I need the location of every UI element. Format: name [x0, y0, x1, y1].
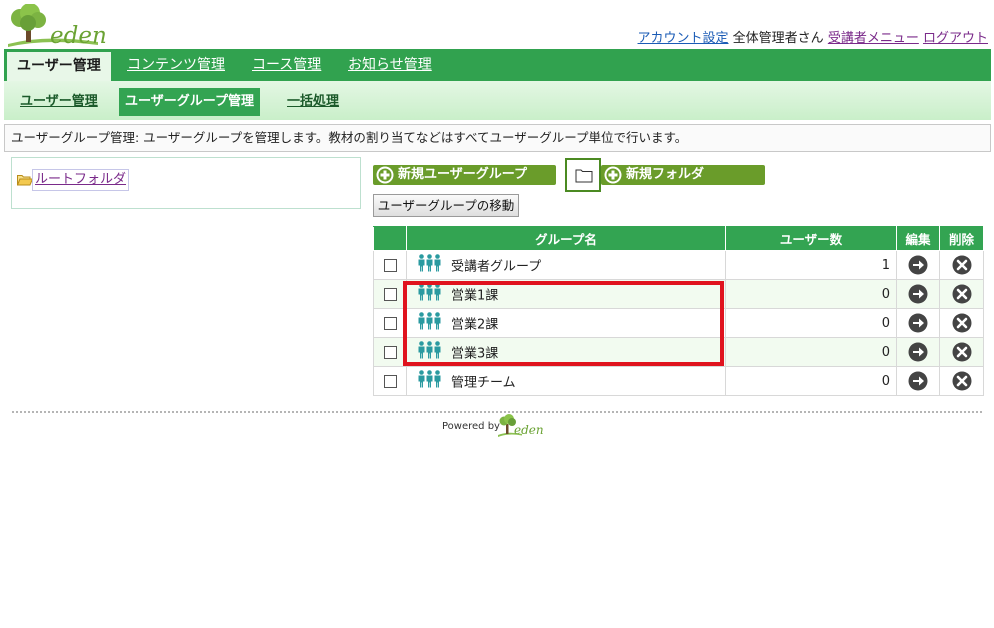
group-name: 営業2課 — [451, 317, 499, 333]
subtab-user-group-management[interactable]: ユーザーグループ管理 — [119, 88, 260, 116]
group-name: 営業3課 — [451, 346, 499, 362]
subtab-bulk-processing[interactable]: 一括処理 — [287, 88, 339, 116]
edit-cell — [896, 308, 940, 338]
logo-text: eden — [50, 23, 107, 49]
edit-arrow-icon[interactable] — [908, 255, 928, 275]
row-select-cell — [373, 308, 407, 338]
group-name-cell: 管理チーム — [406, 366, 726, 396]
delete-cell — [939, 366, 984, 396]
delete-cell — [939, 337, 984, 367]
edit-arrow-icon[interactable] — [908, 371, 928, 391]
delete-x-icon[interactable] — [952, 342, 972, 362]
col-header-edit: 編集 — [896, 226, 940, 251]
root-folder-link[interactable]: ルートフォルダ — [32, 169, 130, 191]
row-checkbox[interactable] — [383, 316, 397, 330]
footer-logo-text: eden — [514, 423, 544, 437]
delete-x-icon[interactable] — [952, 371, 972, 391]
edit-arrow-icon[interactable] — [908, 284, 928, 304]
group-name: 管理チーム — [451, 375, 516, 391]
user-count: 0 — [725, 366, 897, 396]
folder-icon — [575, 169, 593, 183]
subtab-user-management[interactable]: ユーザー管理 — [20, 88, 98, 116]
user-group-icon — [418, 370, 442, 392]
powered-by: Powered by eden — [442, 414, 562, 440]
logout-link[interactable]: ログアウト — [923, 31, 988, 46]
plus-circle-icon — [376, 166, 394, 184]
user-name: 全体管理者さん — [732, 31, 824, 46]
table-row: 管理チーム 0 — [373, 366, 984, 396]
table-header-row: グループ名 ユーザー数 編集 削除 — [373, 226, 984, 251]
learner-menu-link[interactable]: 受講者メニュー — [828, 31, 919, 46]
table-row: 営業1課 0 — [373, 279, 984, 309]
delete-cell — [939, 308, 984, 338]
user-group-icon — [418, 283, 442, 305]
edit-arrow-icon[interactable] — [908, 342, 928, 362]
row-checkbox[interactable] — [383, 258, 397, 272]
open-folder-icon — [17, 175, 33, 186]
row-checkbox[interactable] — [383, 374, 397, 388]
group-name-cell: 営業2課 — [406, 308, 726, 338]
tab-course-management[interactable]: コース管理 — [252, 49, 321, 81]
user-group-icon — [418, 254, 442, 276]
col-header-select — [373, 226, 407, 251]
table-row: 受講者グループ 1 — [373, 250, 984, 280]
new-user-group-button[interactable]: 新規ユーザーグループ — [373, 165, 556, 185]
move-user-group-button[interactable]: ユーザーグループの移動 — [373, 194, 519, 217]
group-name: 営業1課 — [451, 288, 499, 304]
eden-logo: eden — [6, 3, 107, 49]
tab-content-management[interactable]: コンテンツ管理 — [127, 49, 225, 81]
edit-cell — [896, 250, 940, 280]
col-header-group-name[interactable]: グループ名 — [406, 226, 726, 251]
user-group-icon — [418, 312, 442, 334]
delete-x-icon[interactable] — [952, 255, 972, 275]
group-name-cell: 営業3課 — [406, 337, 726, 367]
row-select-cell — [373, 279, 407, 309]
edit-cell — [896, 337, 940, 367]
account-settings-link[interactable]: アカウント設定 — [638, 31, 729, 46]
new-folder-button[interactable]: 新規フォルダ — [601, 165, 765, 185]
row-select-cell — [373, 250, 407, 280]
table-row: 営業2課 0 — [373, 308, 984, 338]
user-group-table: グループ名 ユーザー数 編集 削除 受講者グループ 1 営業1課 0 営業2課 0 営業3課… — [373, 226, 984, 396]
new-folder-label: 新規フォルダ — [626, 167, 705, 182]
tab-notice-management[interactable]: お知らせ管理 — [348, 49, 432, 81]
col-header-delete: 削除 — [939, 226, 984, 251]
folder-button[interactable] — [565, 158, 601, 192]
row-checkbox[interactable] — [383, 287, 397, 301]
delete-x-icon[interactable] — [952, 284, 972, 304]
group-name-cell: 営業1課 — [406, 279, 726, 309]
tab-user-management[interactable]: ユーザー管理 — [7, 52, 111, 81]
sub-nav: ユーザー管理 ユーザーグループ管理 一括処理 — [4, 81, 991, 120]
plus-circle-icon — [604, 166, 622, 184]
footer-divider — [12, 411, 982, 413]
folder-tree: ルートフォルダ — [11, 157, 361, 209]
user-group-icon — [418, 341, 442, 363]
group-name: 受講者グループ — [451, 259, 542, 275]
user-count: 1 — [725, 250, 897, 280]
delete-x-icon[interactable] — [952, 313, 972, 333]
group-name-cell: 受講者グループ — [406, 250, 726, 280]
powered-by-text: Powered by — [442, 421, 500, 432]
user-count: 0 — [725, 308, 897, 338]
row-select-cell — [373, 337, 407, 367]
delete-cell — [939, 279, 984, 309]
main-nav: ユーザー管理 コンテンツ管理 コース管理 お知らせ管理 — [4, 49, 991, 81]
edit-cell — [896, 279, 940, 309]
delete-cell — [939, 250, 984, 280]
row-select-cell — [373, 366, 407, 396]
row-checkbox[interactable] — [383, 345, 397, 359]
user-count: 0 — [725, 337, 897, 367]
new-user-group-label: 新規ユーザーグループ — [398, 167, 527, 182]
user-count: 0 — [725, 279, 897, 309]
edit-arrow-icon[interactable] — [908, 313, 928, 333]
col-header-user-count[interactable]: ユーザー数 — [725, 226, 897, 251]
edit-cell — [896, 366, 940, 396]
header-links: アカウント設定 全体管理者さん 受講者メニュー ログアウト — [638, 27, 988, 46]
table-row: 営業3課 0 — [373, 337, 984, 367]
page-description: ユーザーグループ管理: ユーザーグループを管理します。教材の割り当てなどはすべて… — [4, 124, 991, 152]
